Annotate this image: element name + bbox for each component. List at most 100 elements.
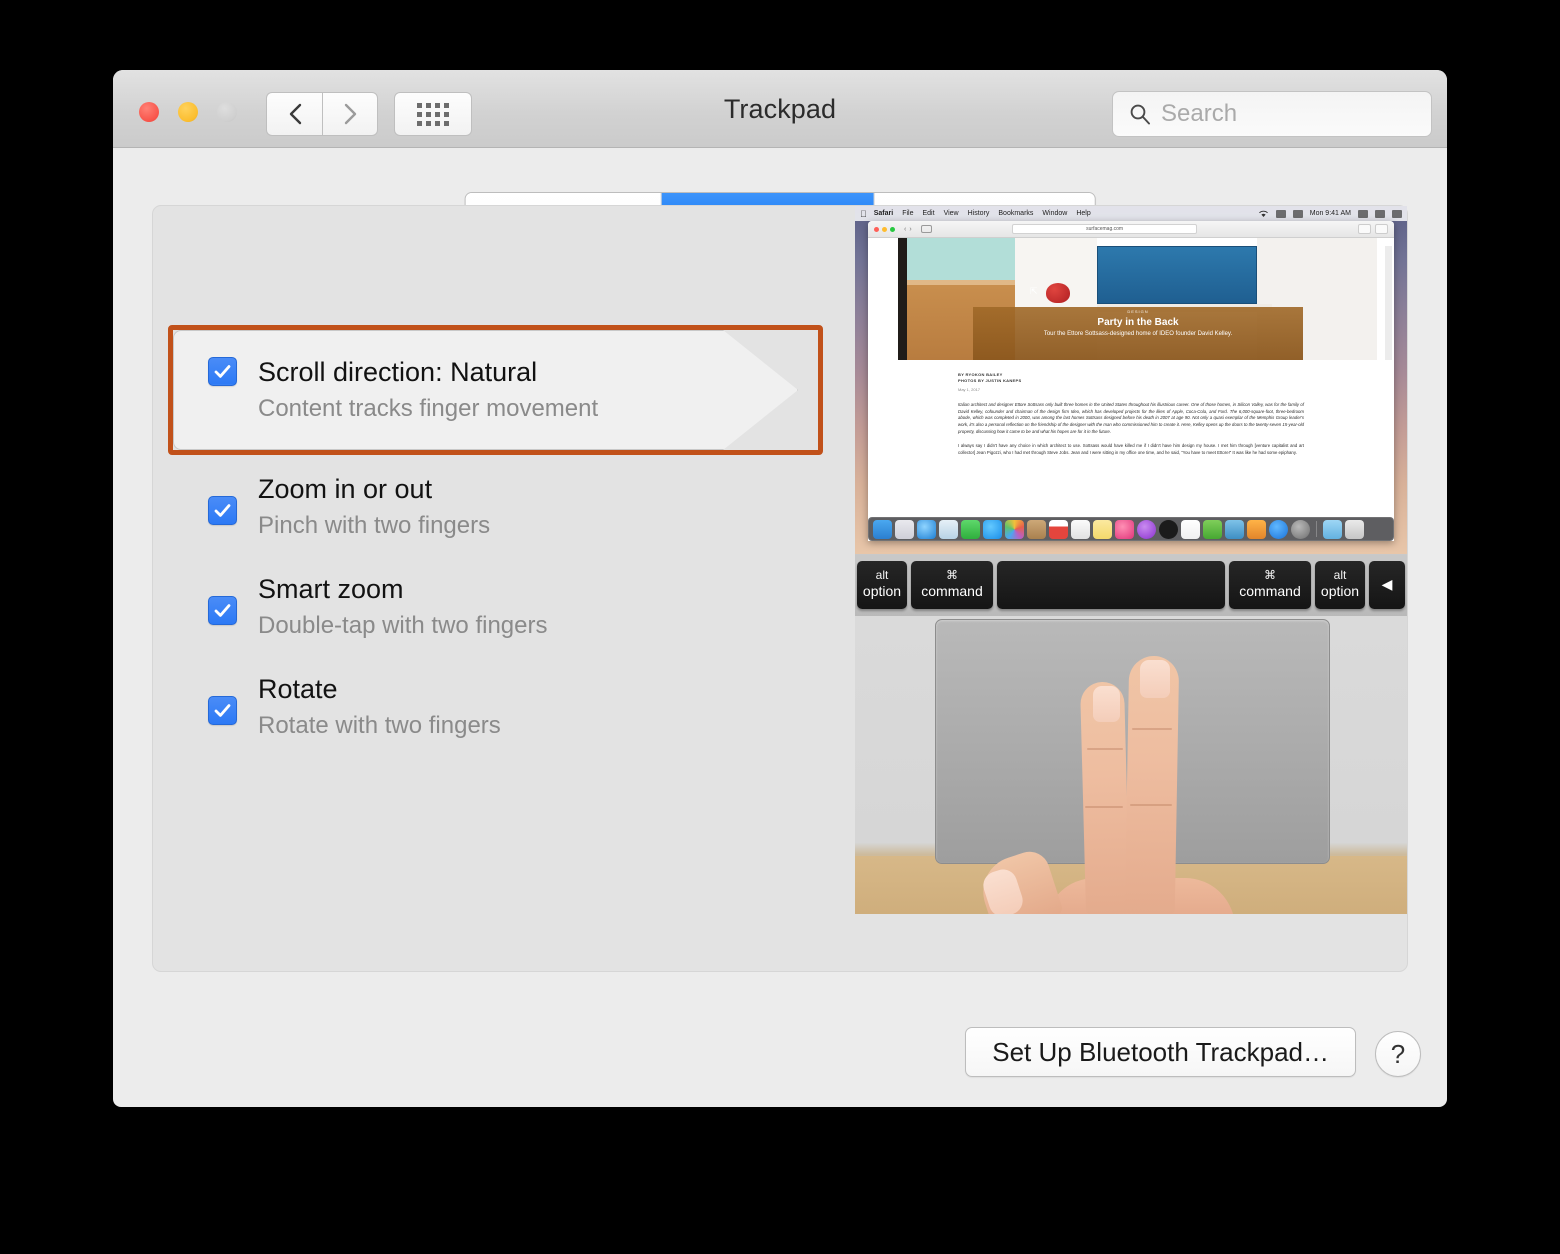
dock-reminders-icon	[1071, 520, 1090, 539]
set-up-bluetooth-trackpad-button[interactable]: Set Up Bluetooth Trackpad…	[965, 1027, 1356, 1077]
page-scrollbar[interactable]	[1385, 246, 1392, 368]
checkbox-scroll-direction[interactable]	[208, 357, 237, 386]
mac-menu-bar:  Safari File Edit View History Bookmark…	[855, 206, 1407, 221]
key-alt-label: alt	[1334, 569, 1347, 583]
option-title: Zoom in or out	[258, 474, 490, 504]
dock-news-icon	[1181, 520, 1200, 539]
airplay-icon	[1276, 210, 1286, 218]
dock-divider	[1316, 521, 1317, 537]
checkmark-icon	[212, 700, 233, 721]
option-subtitle: Double-tap with two fingers	[258, 613, 547, 640]
option-title: Rotate	[258, 674, 501, 704]
index-finger-nail	[1093, 686, 1120, 722]
article-photo-credit: PHOTOS BY JUSTIN KANEPS	[958, 378, 1304, 384]
option-row-zoom-in-or-out[interactable]: Zoom in or out Pinch with two fingers	[208, 474, 490, 540]
menu-safari: Safari	[874, 210, 893, 217]
safari-reload-icon	[1375, 224, 1388, 234]
menu-view: View	[944, 210, 959, 217]
checkbox-smart-zoom[interactable]	[208, 596, 237, 625]
safari-toolbar: ‹› surfacemag.com	[868, 221, 1394, 238]
key-command-right: ⌘ command	[1229, 561, 1311, 609]
menu-window: Window	[1042, 210, 1067, 217]
dock-maps-icon	[939, 520, 958, 539]
option-row-smart-zoom[interactable]: Smart zoom Double-tap with two fingers	[208, 574, 547, 640]
menu-edit: Edit	[923, 210, 935, 217]
dock-system-preferences-icon	[1291, 520, 1310, 539]
option-title: Smart zoom	[258, 574, 547, 604]
knuckle-crease	[1085, 806, 1123, 808]
option-row-rotate[interactable]: Rotate Rotate with two fingers	[208, 674, 501, 740]
option-title: Scroll direction: Natural	[258, 357, 598, 387]
dock-podcasts-icon	[1137, 520, 1156, 539]
arrow-left-icon: ◀	[1382, 576, 1393, 594]
preview-screen:  Safari File Edit View History Bookmark…	[855, 206, 1407, 554]
article-headline: Party in the Back	[973, 317, 1303, 328]
dock-notes-icon	[1093, 520, 1112, 539]
dock-keynote-icon	[1225, 520, 1244, 539]
option-row-scroll-direction[interactable]: Scroll direction: Natural Content tracks…	[173, 330, 798, 450]
option-subtitle: Pinch with two fingers	[258, 513, 490, 540]
knuckle-crease	[1132, 728, 1172, 730]
key-spacebar	[997, 561, 1225, 609]
checkmark-icon	[212, 500, 233, 521]
article-kicker: DESIGN	[973, 309, 1303, 314]
safari-close-button	[874, 227, 879, 232]
menu-history: History	[968, 210, 990, 217]
key-command-label: command	[921, 583, 982, 601]
notification-center-icon	[1392, 210, 1402, 218]
dock-launchpad-icon	[895, 520, 914, 539]
safari-nav-arrows-icon: ‹›	[904, 226, 915, 233]
knuckle-crease	[1130, 804, 1172, 806]
checkmark-icon	[212, 361, 233, 382]
article-hero-image: DESIGN Party in the Back Tour the Ettore…	[868, 238, 1394, 360]
key-command-label: command	[1239, 583, 1300, 601]
article-body: BY RYOKON BAILEY PHOTOS BY JUSTIN KANEPS…	[868, 360, 1394, 491]
dock-calendar-icon	[1049, 520, 1068, 539]
safari-share-icon	[1358, 224, 1371, 234]
gesture-preview-video:  Safari File Edit View History Bookmark…	[855, 206, 1407, 914]
article-paragraph-1: Italian architect and designer Ettore So…	[958, 402, 1304, 435]
menubar-clock: Mon 9:41 AM	[1310, 210, 1351, 217]
article-paragraph-2: I always say I didn't have any choice in…	[958, 443, 1304, 456]
siri-icon	[1375, 210, 1385, 218]
search-field[interactable]: Search	[1112, 91, 1432, 137]
help-button[interactable]: ?	[1375, 1031, 1421, 1077]
dock-itunes-icon	[1115, 520, 1134, 539]
checkmark-icon	[212, 600, 233, 621]
mac-dock	[868, 517, 1394, 541]
wifi-icon	[1258, 210, 1269, 218]
dock-appletv-icon	[1159, 520, 1178, 539]
key-option-label: option	[863, 583, 901, 601]
apple-logo-icon: 	[860, 209, 867, 219]
safari-zoom-button	[890, 227, 895, 232]
dock-finder-icon	[873, 520, 892, 539]
knuckle-crease	[1087, 748, 1123, 750]
key-arrow-left: ◀	[1369, 561, 1405, 609]
system-preferences-window: Trackpad Search Point & Click Scroll & Z…	[113, 70, 1447, 1107]
preview-keyboard: alt option ⌘ command ⌘ command alt optio…	[855, 554, 1407, 616]
middle-finger-nail	[1140, 660, 1170, 698]
dock-appstore-icon	[1269, 520, 1288, 539]
safari-window: ‹› surfacemag.com	[868, 221, 1394, 541]
command-symbol-icon: ⌘	[1264, 569, 1276, 583]
dock-trash-icon	[1345, 520, 1364, 539]
spotlight-icon	[1358, 210, 1368, 218]
dock-facetime-icon	[961, 520, 980, 539]
mouse-cursor-icon: ⇱	[1030, 286, 1038, 297]
key-alt-label: alt	[876, 569, 889, 583]
dock-numbers-icon	[1203, 520, 1222, 539]
dock-pages-icon	[1247, 520, 1266, 539]
checkbox-rotate[interactable]	[208, 696, 237, 725]
red-vase-shape	[1046, 283, 1070, 303]
article-date: May 1, 2017	[958, 387, 1304, 392]
menu-help: Help	[1076, 210, 1090, 217]
key-option-right: alt option	[1315, 561, 1365, 609]
dock-messages-icon	[983, 520, 1002, 539]
checkbox-zoom-in-or-out[interactable]	[208, 496, 237, 525]
battery-icon	[1293, 210, 1303, 218]
hero-caption-band: DESIGN Party in the Back Tour the Ettore…	[973, 307, 1303, 360]
key-command-left: ⌘ command	[911, 561, 993, 609]
safari-url-field: surfacemag.com	[1012, 224, 1197, 234]
menu-bookmarks: Bookmarks	[998, 210, 1033, 217]
dock-safari-icon	[917, 520, 936, 539]
